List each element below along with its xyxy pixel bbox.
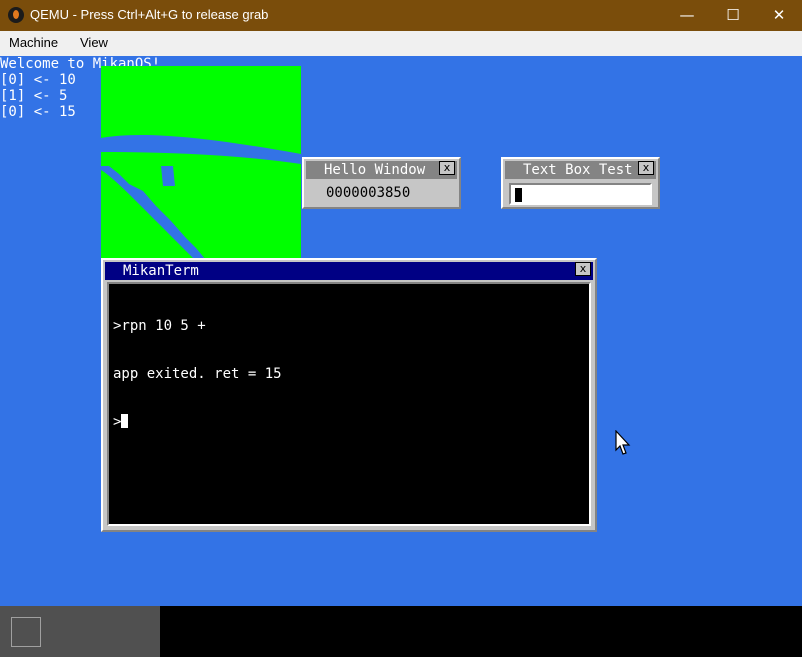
text-cursor (515, 188, 522, 202)
close-button[interactable]: ✕ (756, 0, 802, 31)
terminal-line: >rpn 10 5 + (113, 318, 206, 334)
terminal-output[interactable]: >rpn 10 5 + app exited. ret = 15 > (107, 282, 591, 526)
menu-machine[interactable]: Machine (9, 35, 58, 50)
terminal-window[interactable]: MikanTerm x >rpn 10 5 + app exited. ret … (101, 258, 597, 532)
terminal-prompt: > (113, 414, 122, 430)
window-title: QEMU - Press Ctrl+Alt+G to release grab (30, 7, 269, 22)
terminal-line: > (113, 414, 585, 430)
terminal-title: MikanTerm (105, 262, 593, 280)
green-canvas (101, 66, 301, 266)
taskbar-left (0, 606, 160, 657)
textbox-window-title: Text Box Test (505, 161, 656, 179)
mouse-cursor-icon (615, 430, 631, 455)
guest-screen[interactable]: Welcome to MikanOS! [0] <- 10 [1] <- 5 [0] … (0, 56, 802, 606)
text-box-input[interactable] (509, 183, 652, 205)
hello-window[interactable]: Hello Window x 0000003850 (302, 157, 461, 209)
hello-window-title: Hello Window (306, 161, 457, 179)
minimize-button[interactable]: — (664, 0, 710, 31)
qemu-title-bar: QEMU - Press Ctrl+Alt+G to release grab … (0, 0, 802, 31)
hello-window-close-button[interactable]: x (439, 161, 455, 175)
textbox-window-close-button[interactable]: x (638, 161, 654, 175)
textbox-window[interactable]: Text Box Test x (501, 157, 660, 209)
hello-window-counter: 0000003850 (326, 185, 411, 201)
start-button[interactable] (11, 617, 41, 647)
terminal-close-button[interactable]: x (575, 262, 591, 276)
menu-bar: Machine View (0, 31, 802, 56)
taskbar (0, 606, 802, 657)
maximize-button[interactable]: ☐ (710, 0, 756, 31)
qemu-icon (8, 7, 24, 23)
taskbar-right (160, 606, 802, 657)
menu-view[interactable]: View (80, 35, 108, 50)
terminal-line: app exited. ret = 15 (113, 366, 282, 382)
terminal-cursor (121, 414, 129, 428)
